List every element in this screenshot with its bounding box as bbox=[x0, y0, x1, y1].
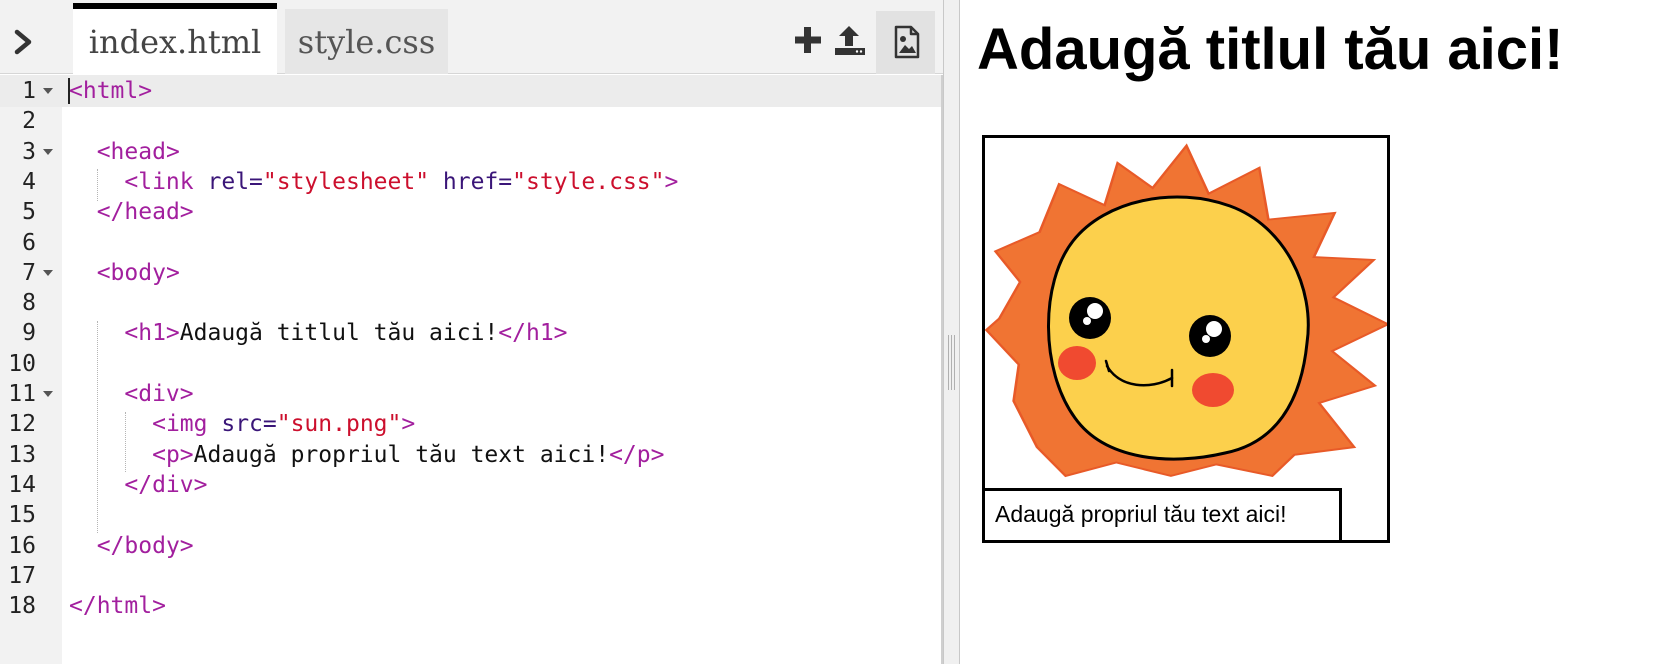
upload-icon[interactable] bbox=[832, 22, 868, 58]
line-number: 13 bbox=[8, 442, 36, 468]
line-number: 8 bbox=[22, 290, 36, 316]
line-number: 16 bbox=[8, 533, 36, 559]
tab-bar: index.html style.css bbox=[0, 0, 943, 75]
line-number: 10 bbox=[8, 351, 36, 377]
code-line-10: 10 bbox=[0, 348, 941, 380]
line-number: 1 bbox=[22, 78, 36, 104]
line-number: 11 bbox=[8, 381, 36, 407]
preview-heading: Adaugă titlul tău aici! bbox=[977, 17, 1564, 82]
code-text: <div> bbox=[124, 381, 194, 407]
fold-arrow-icon[interactable] bbox=[43, 149, 53, 155]
plus-icon[interactable] bbox=[790, 22, 826, 58]
code-line-2: 2 bbox=[0, 105, 941, 137]
tab-style-css[interactable]: style.css bbox=[285, 9, 448, 74]
line-number: 4 bbox=[22, 169, 36, 195]
line-number: 14 bbox=[8, 472, 36, 498]
line-number: 9 bbox=[22, 320, 36, 346]
line-number: 6 bbox=[22, 230, 36, 256]
text-cursor bbox=[68, 78, 70, 104]
code-line-15: 15 bbox=[0, 499, 941, 531]
preview-pane: Adaugă titlul tău aici! Adaugă propriul … bbox=[960, 0, 1654, 664]
code-line-7: 7 <body> bbox=[0, 257, 941, 289]
code-text: </body> bbox=[96, 533, 194, 559]
line-number: 2 bbox=[22, 108, 36, 134]
code-line-14: 14 </div> bbox=[0, 469, 941, 501]
code-line-6: 6 bbox=[0, 227, 941, 259]
code-line-1: 1 <html> bbox=[0, 75, 941, 107]
code-line-12: 12 <img src="sun.png"> bbox=[0, 408, 941, 440]
line-number: 17 bbox=[8, 563, 36, 589]
code-text: <p>Adaugă propriul tău text aici!</p> bbox=[152, 442, 665, 468]
fold-arrow-icon[interactable] bbox=[43, 88, 53, 94]
line-number: 15 bbox=[8, 502, 36, 528]
code-text: <link rel="stylesheet" href="style.css"> bbox=[124, 169, 679, 195]
pane-splitter[interactable] bbox=[943, 0, 960, 664]
line-number: 5 bbox=[22, 199, 36, 225]
code-line-17: 17 bbox=[0, 560, 941, 592]
preview-paragraph: Adaugă propriul tău text aici! bbox=[985, 488, 1342, 540]
line-number: 7 bbox=[22, 260, 36, 286]
code-editor: index.html style.css 1 <html> 2 3 <head>… bbox=[0, 0, 943, 664]
code-text: <img src="sun.png"> bbox=[152, 411, 416, 437]
code-line-5: 5 </head> bbox=[0, 196, 941, 228]
preview-div-box: Adaugă propriul tău text aici! bbox=[982, 135, 1390, 543]
image-icon bbox=[894, 25, 920, 59]
code-text: </head> bbox=[96, 199, 194, 225]
code-text: <body> bbox=[96, 260, 180, 286]
add-image-button[interactable] bbox=[876, 11, 935, 74]
code-text: </div> bbox=[124, 472, 208, 498]
code-line-8: 8 bbox=[0, 287, 941, 319]
code-line-16: 16 </body> bbox=[0, 530, 941, 562]
code-line-9: 9 <h1>Adaugă titlul tău aici!</h1> bbox=[0, 317, 941, 349]
code-line-4: 4 <link rel="stylesheet" href="style.css… bbox=[0, 166, 941, 198]
code-line-18: 18 </html> bbox=[0, 590, 941, 622]
sun-image bbox=[985, 143, 1387, 478]
line-number: 18 bbox=[8, 593, 36, 619]
fold-arrow-icon[interactable] bbox=[43, 270, 53, 276]
code-line-11: 11 <div> bbox=[0, 378, 941, 410]
code-text: <h1>Adaugă titlul tău aici!</h1> bbox=[124, 320, 568, 346]
chevron-right-icon[interactable] bbox=[8, 24, 38, 60]
code-text: </html> bbox=[69, 593, 166, 619]
line-number: 3 bbox=[22, 139, 36, 165]
code-line-13: 13 <p>Adaugă propriul tău text aici!</p> bbox=[0, 439, 941, 471]
line-number: 12 bbox=[8, 411, 36, 437]
code-text: <html> bbox=[69, 78, 153, 104]
splitter-grip-icon[interactable] bbox=[948, 335, 955, 390]
tab-index-html[interactable]: index.html bbox=[73, 3, 277, 75]
fold-arrow-icon[interactable] bbox=[43, 391, 53, 397]
code-text: <head> bbox=[96, 139, 180, 165]
code-line-3: 3 <head> bbox=[0, 136, 941, 168]
